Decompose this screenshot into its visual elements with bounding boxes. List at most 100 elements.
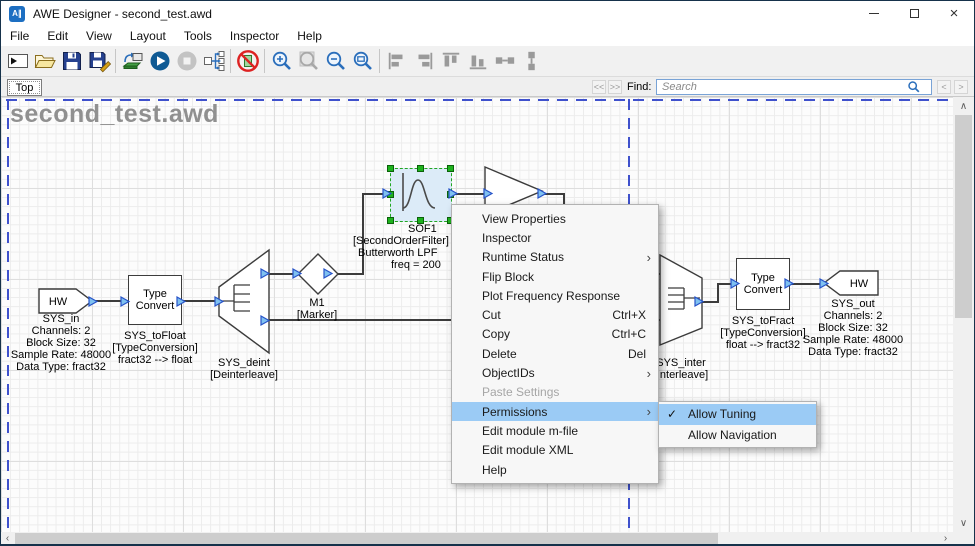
input-pin[interactable] [292,268,302,279]
context-item-copy[interactable]: CopyCtrl+C [452,325,658,344]
context-item-help[interactable]: Help [452,460,658,479]
scroll-right-arrow[interactable]: › [939,532,952,545]
zoom-selection-button[interactable] [349,48,376,75]
find-next-all-button[interactable]: >> [608,80,622,94]
context-item-runtime-status[interactable]: Runtime Status› [452,248,658,267]
zoom-normal-button[interactable] [295,48,322,75]
center-vertical-button[interactable] [518,48,545,75]
minimize-button[interactable] [854,1,894,26]
output-pin[interactable] [323,268,333,279]
menu-inspector[interactable]: Inspector [221,27,288,45]
type-convert-out-block[interactable]: Type Convert [736,258,790,310]
input-pin[interactable] [730,278,740,289]
search-input[interactable] [657,80,907,94]
selection-handle[interactable] [387,217,394,224]
open-button[interactable] [31,48,58,75]
zoom-out-icon [324,49,348,73]
marker-caption: M1 [Marker] [257,297,377,321]
vertical-scroll-thumb[interactable] [955,115,972,318]
output-pin[interactable] [784,278,794,289]
menu-file[interactable]: File [1,27,38,45]
find-next-button[interactable]: > [954,80,968,94]
output-pin[interactable] [176,296,186,307]
close-button[interactable]: × [934,1,974,26]
wire [362,193,364,275]
maximize-button[interactable] [894,1,934,26]
menu-help[interactable]: Help [288,27,331,45]
zoom-selection-icon [351,49,375,73]
submenu-item-allow-tuning[interactable]: ✓Allow Tuning [659,404,816,425]
input-pin[interactable] [120,296,130,307]
tab-top[interactable]: Top [7,79,42,96]
save-button[interactable] [58,48,85,75]
propagate-values-button[interactable] [200,48,227,75]
context-item-flip-block[interactable]: Flip Block [452,267,658,286]
horizontal-scrollbar[interactable]: ‹ › [0,532,953,545]
context-item-objectids[interactable]: ObjectIDs› [452,363,658,382]
context-item-edit-module-xml[interactable]: Edit module XML [452,441,658,460]
marker-block[interactable] [296,252,340,296]
hw-output-block[interactable]: HW [822,270,880,296]
context-item-inspector[interactable]: Inspector [452,228,658,247]
run-button[interactable] [146,48,173,75]
input-pin[interactable] [214,296,224,307]
caption-line: [Marker] [257,309,377,321]
context-item-plot-frequency-response[interactable]: Plot Frequency Response [452,286,658,305]
type-convert-in-block[interactable]: Type Convert [128,275,182,325]
input-pin[interactable] [819,278,829,289]
context-item-cut[interactable]: CutCtrl+X [452,305,658,324]
caption-line: Sample Rate: 48000 [793,334,913,346]
vertical-scrollbar[interactable]: ∧ ∨ [953,97,974,532]
output-pin[interactable] [448,188,458,199]
sof-filter-block[interactable] [390,168,452,222]
horizontal-scroll-thumb[interactable] [15,533,718,544]
context-item-permissions[interactable]: Permissions› [452,402,658,421]
menu-edit[interactable]: Edit [38,27,77,45]
sof-caption-line: SOF1 [408,223,437,235]
align-bottom-button[interactable] [464,48,491,75]
stop-button[interactable] [173,48,200,75]
selection-handle[interactable] [387,165,394,172]
awe-designer-window: A∥ AWE Designer - second_test.awd × File… [0,0,975,546]
caption-line: SYS_out [793,298,913,310]
center-horizontal-button[interactable] [491,48,518,75]
selection-handle[interactable] [447,165,454,172]
scroll-up-arrow[interactable]: ∧ [953,99,974,113]
hw-input-block[interactable]: HW [38,288,94,314]
align-right-button[interactable] [410,48,437,75]
menu-tools[interactable]: Tools [175,27,221,45]
zoom-in-button[interactable] [268,48,295,75]
input-pin[interactable] [382,188,392,199]
menu-view[interactable]: View [77,27,121,45]
selection-handle[interactable] [417,165,424,172]
center-horizontal-icon [494,50,516,72]
output-pin[interactable] [537,188,547,199]
output-pin[interactable] [260,268,270,279]
find-label: Find: [627,81,651,93]
scroll-left-arrow[interactable]: ‹ [1,532,14,545]
new-design-button[interactable] [4,48,31,75]
save-as-button[interactable] [85,48,112,75]
submenu-arrow-icon: › [647,250,651,265]
connect-to-target-button[interactable] [119,48,146,75]
find-prev-button[interactable]: < [937,80,951,94]
align-top-button[interactable] [437,48,464,75]
sof-caption-line: freq = 200 [391,259,441,271]
context-item-delete[interactable]: DeleteDel [452,344,658,363]
context-item-view-properties[interactable]: View Properties [452,209,658,228]
output-pin[interactable] [260,315,270,326]
align-left-button[interactable] [383,48,410,75]
context-item-edit-module-m-file[interactable]: Edit module m-file [452,421,658,440]
find-prev-all-button[interactable]: << [592,80,606,94]
caption-line: SYS_deint [184,357,304,369]
output-pin[interactable] [88,296,98,307]
permissions-submenu: ✓Allow Tuning Allow Navigation [658,401,817,448]
menu-layout[interactable]: Layout [121,27,175,45]
input-pin[interactable] [483,188,493,199]
global-disable-button[interactable] [234,48,261,75]
zoom-out-button[interactable] [322,48,349,75]
output-pin[interactable] [694,296,704,307]
search-icon [907,80,921,94]
submenu-item-allow-navigation: Allow Navigation [659,425,816,446]
scroll-down-arrow[interactable]: ∨ [953,516,974,530]
